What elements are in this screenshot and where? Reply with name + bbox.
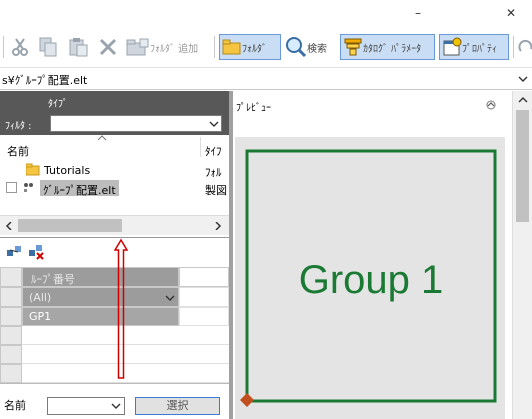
properties-label: ﾌﾟﾛﾊﾟﾃｨ — [462, 43, 497, 55]
folder-add-label: ﾌｫﾙﾀﾞ 追加 — [150, 43, 199, 55]
search-label: 検索 — [307, 43, 327, 55]
preview-canvas: Group 1 — [235, 137, 505, 419]
close-button[interactable]: ✕ — [498, 4, 524, 22]
column-header-name[interactable]: 名前 — [7, 143, 29, 159]
folder-icon — [26, 163, 40, 176]
group-delete-icon — [29, 245, 44, 260]
pane-splitter[interactable] — [229, 91, 233, 419]
refresh-icon — [518, 39, 532, 52]
chevron-right-icon — [215, 222, 222, 230]
chevron-up-icon — [518, 97, 528, 103]
minimize-button[interactable]: – — [405, 4, 431, 22]
name-label: 名前 — [4, 399, 26, 412]
annotation-arrow — [114, 238, 128, 379]
item-checkbox[interactable] — [6, 182, 17, 193]
grid-corner — [0, 267, 22, 287]
delete-icon — [99, 38, 117, 56]
group-add-icon — [7, 246, 21, 256]
name-combobox[interactable] — [47, 397, 125, 415]
overflow-button[interactable] — [517, 34, 532, 60]
scissors-icon — [12, 38, 28, 56]
close-icon: ✕ — [505, 6, 517, 20]
path-text: s¥ｸﾞﾙｰﾌﾟ配置.elt — [2, 74, 88, 87]
drawing-file-icon — [24, 183, 33, 192]
select-button-label: 選択 — [166, 399, 189, 412]
scrollbar-thumb[interactable] — [18, 219, 122, 232]
search-icon — [286, 37, 307, 58]
grid-cell — [179, 287, 229, 307]
app-window: { "window": { "minimize_glyph": "–", "cl… — [0, 0, 532, 419]
title-bar: – ✕ — [0, 0, 532, 28]
folder-icon — [222, 39, 241, 55]
folder-label: ﾌｫﾙﾀﾞ — [242, 43, 267, 55]
filter-panel: ﾀｲﾌﾟ ﾌｨﾙﾀ : — [0, 91, 229, 135]
grid-cell-value: GP1 — [29, 310, 52, 323]
file-list: 名前 ﾀｲﾌ Tutorials ﾌｫﾙ ｸﾞﾙｰﾌﾟ配置.elt 製図 — [0, 135, 229, 215]
grid-row-header — [0, 326, 22, 345]
copy-button[interactable] — [38, 34, 58, 60]
collapse-icon[interactable] — [485, 100, 497, 110]
grid-row-header — [0, 307, 22, 326]
select-button[interactable]: 選択 — [135, 397, 220, 415]
grid-cell[interactable]: GP1 — [22, 307, 179, 326]
catalog-filter-icon — [344, 38, 362, 56]
path-combobox[interactable]: s¥ｸﾞﾙｰﾌﾟ配置.elt — [0, 68, 532, 90]
list-item-type: ﾌｫﾙ — [205, 166, 222, 179]
group-delete-button[interactable] — [28, 244, 44, 260]
column-header-type[interactable]: ﾀｲﾌ — [205, 143, 222, 159]
group-label: Group 1 — [299, 258, 444, 302]
preview-title: ﾌﾟﾚﾋﾞｭｰ — [236, 103, 271, 114]
chevron-down-icon — [165, 295, 175, 301]
chevron-down-icon — [111, 403, 121, 409]
column-divider — [200, 137, 201, 157]
grid-row-header — [0, 287, 22, 307]
toolbar: ﾌｫﾙﾀﾞ 追加 ﾌｫﾙﾀﾞ 検索 ｶﾀﾛｸﾞ ﾊﾟﾗﾒｰﾀ ﾌﾟﾛﾊﾟﾃｨ — [0, 28, 532, 68]
paste-icon — [69, 38, 88, 57]
sort-up-icon — [97, 135, 107, 141]
grid-cell — [179, 307, 229, 326]
group-drawing: Group 1 — [240, 149, 497, 407]
filter-label: ﾌｨﾙﾀ : — [5, 121, 32, 132]
toolbar-separator — [513, 36, 514, 58]
scrollbar-thumb[interactable] — [516, 110, 529, 222]
chevron-down-icon — [518, 76, 528, 82]
grid-row-header — [0, 364, 22, 383]
toolbar-separator — [3, 36, 4, 58]
filter-combobox[interactable] — [50, 115, 222, 132]
vertical-scrollbar[interactable] — [512, 91, 532, 419]
folder-button[interactable]: ﾌｫﾙﾀﾞ — [219, 34, 281, 60]
grid-filter-combobox[interactable]: (All) — [22, 287, 179, 307]
chevron-left-icon — [5, 222, 12, 230]
paste-button[interactable] — [68, 34, 88, 60]
folder-add-button[interactable]: ﾌｫﾙﾀﾞ 追加 — [126, 34, 198, 60]
delete-button[interactable] — [98, 34, 118, 60]
list-item[interactable]: ｸﾞﾙｰﾌﾟ配置.elt 製図 — [0, 179, 229, 197]
grid-filter-value: (All) — [29, 291, 52, 304]
grid-column-header[interactable]: ﾙｰﾌﾟ番号 — [22, 267, 179, 287]
selection-bar: 名前 選択 — [0, 383, 229, 419]
copy-icon — [39, 37, 57, 57]
folder-add-icon — [126, 38, 149, 56]
properties-button[interactable]: ﾌﾟﾛﾊﾟﾃｨ — [439, 34, 509, 60]
list-item-type: 製図 — [205, 184, 227, 197]
toolbar-separator — [214, 36, 215, 58]
minimize-icon: – — [415, 6, 421, 20]
catalog-parameter-button[interactable]: ｶﾀﾛｸﾞ ﾊﾟﾗﾒｰﾀ — [340, 34, 435, 60]
list-item-name: ｸﾞﾙｰﾌﾟ配置.elt — [43, 184, 116, 197]
grid-header-label: ﾙｰﾌﾟ番号 — [31, 273, 75, 286]
grid-empty-header — [179, 267, 229, 287]
cut-button[interactable] — [10, 34, 30, 60]
chevron-down-icon — [209, 121, 219, 127]
catalog-parameter-label: ｶﾀﾛｸﾞ ﾊﾟﾗﾒｰﾀ — [363, 43, 422, 55]
grid-row-header — [0, 345, 22, 364]
type-label: ﾀｲﾌﾟ — [48, 99, 68, 110]
origin-marker — [240, 393, 254, 407]
preview-header: ﾌﾟﾚﾋﾞｭｰ — [233, 91, 510, 121]
list-item[interactable]: Tutorials ﾌｫﾙ — [0, 161, 229, 179]
horizontal-scrollbar[interactable] — [0, 215, 229, 235]
search-button[interactable]: 検索 — [285, 34, 327, 60]
group-add-button[interactable] — [6, 244, 22, 260]
list-item-name: Tutorials — [44, 164, 91, 177]
properties-icon — [443, 37, 462, 56]
